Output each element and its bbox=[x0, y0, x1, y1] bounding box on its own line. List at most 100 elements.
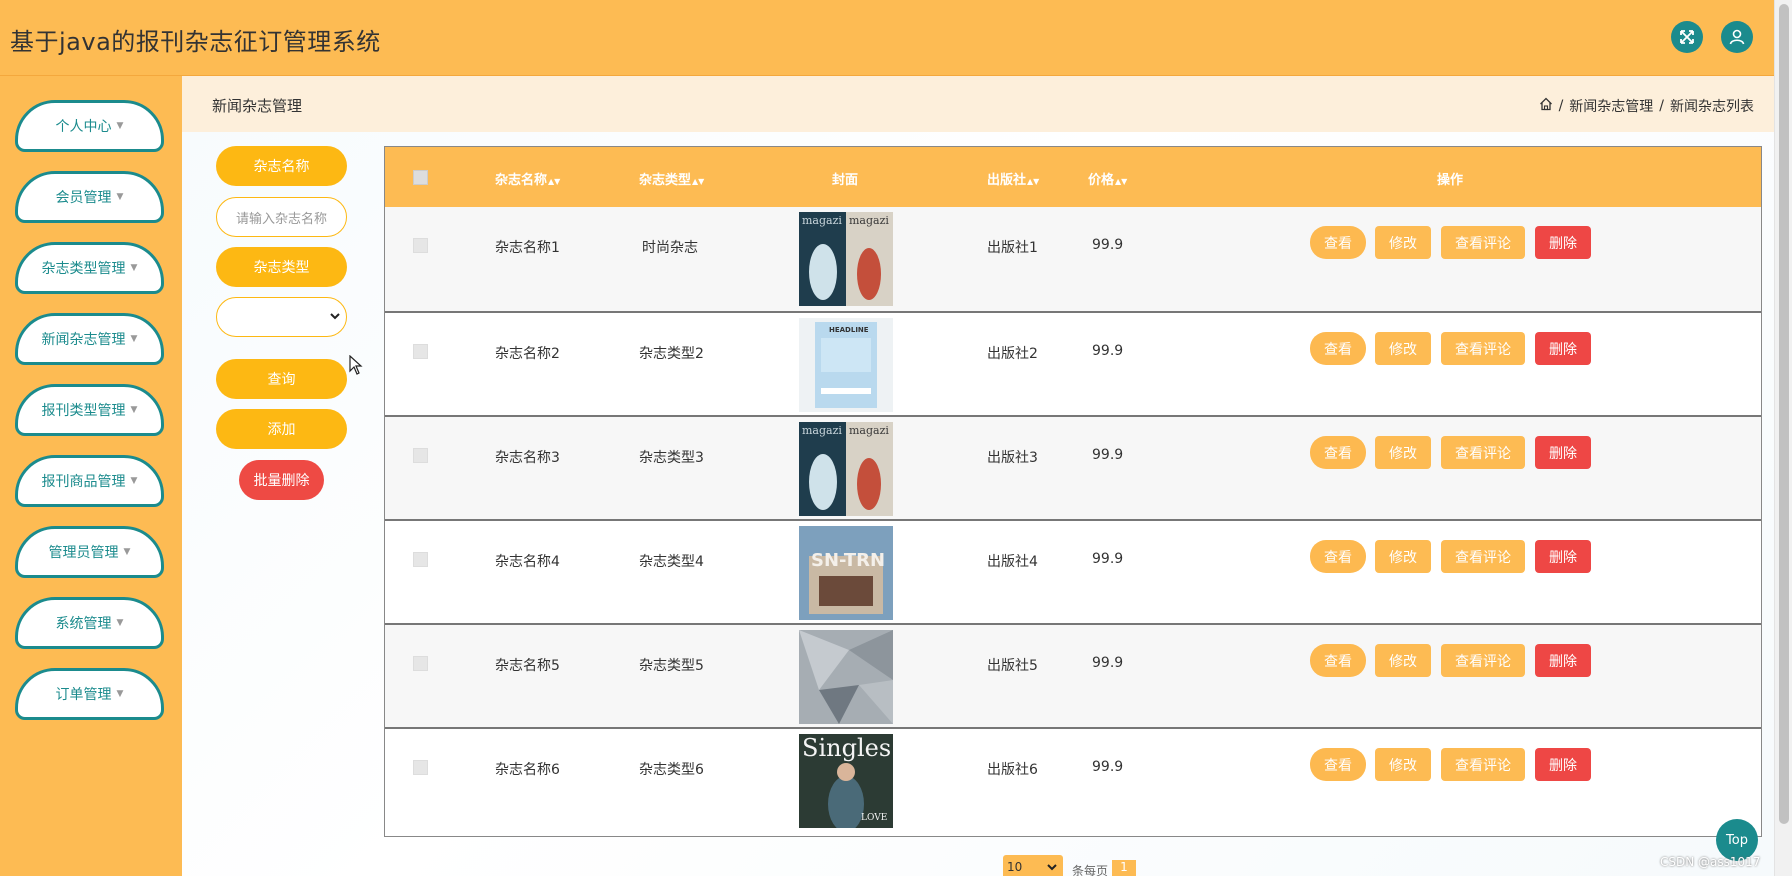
sidebar-item-personal-center[interactable]: 个人中心 ▼ bbox=[15, 100, 164, 152]
delete-button[interactable]: 删除 bbox=[1535, 226, 1591, 259]
view-button[interactable]: 查看 bbox=[1310, 226, 1366, 259]
breadcrumb-separator: / bbox=[1659, 98, 1664, 114]
cell-publisher: 出版社3 bbox=[987, 450, 1038, 466]
svg-text:magazi: magazi bbox=[802, 424, 842, 437]
scrollbar-thumb[interactable] bbox=[1779, 4, 1789, 824]
chevron-down-icon: ▼ bbox=[130, 334, 138, 344]
delete-button[interactable]: 删除 bbox=[1535, 436, 1591, 469]
cell-name: 杂志名称3 bbox=[495, 450, 560, 466]
view-button[interactable]: 查看 bbox=[1310, 540, 1366, 573]
page-size-select[interactable]: 10 bbox=[1003, 855, 1063, 876]
sidebar-item-label: 报刊类型管理 bbox=[41, 403, 126, 419]
view-comments-button[interactable]: 查看评论 bbox=[1441, 436, 1525, 469]
column-header-label: 出版社 bbox=[987, 173, 1027, 188]
column-header-actions: 操作 bbox=[1437, 173, 1464, 188]
view-button[interactable]: 查看 bbox=[1310, 332, 1366, 365]
sidebar-item-news-magazine-management[interactable]: 新闻杂志管理 ▼ bbox=[15, 313, 164, 365]
vertical-scrollbar[interactable] bbox=[1774, 0, 1792, 876]
table-row: 杂志名称2 杂志类型2 HEADLINE 出版社2 99.9 查看 修改 查看评… bbox=[385, 311, 1761, 415]
cover-image[interactable]: SN-TRN bbox=[799, 526, 893, 620]
column-header-publisher[interactable]: 出版社▲▼ bbox=[987, 169, 1039, 188]
cover-image[interactable]: Singles LOVE bbox=[799, 734, 893, 828]
svg-text:magazi: magazi bbox=[849, 424, 889, 437]
chevron-down-icon: ▼ bbox=[123, 547, 131, 557]
chevron-down-icon: ▼ bbox=[116, 121, 124, 131]
cover-image[interactable]: magazi magazi bbox=[799, 212, 893, 306]
select-all-checkbox[interactable] bbox=[413, 170, 428, 185]
delete-button[interactable]: 删除 bbox=[1535, 644, 1591, 677]
table-row: 杂志名称1 时尚杂志 magazi magazi 出版社1 99.9 查看 修改 … bbox=[385, 207, 1761, 311]
page-number-button[interactable]: 1 bbox=[1112, 860, 1136, 876]
cell-publisher: 出版社4 bbox=[987, 554, 1038, 570]
cell-name: 杂志名称5 bbox=[495, 658, 560, 674]
sidebar-item-member-management[interactable]: 会员管理 ▼ bbox=[15, 171, 164, 223]
view-button[interactable]: 查看 bbox=[1310, 644, 1366, 677]
column-header-label: 杂志类型 bbox=[639, 173, 692, 188]
cover-image[interactable]: HEADLINE bbox=[799, 318, 893, 412]
view-comments-button[interactable]: 查看评论 bbox=[1441, 748, 1525, 781]
magazine-type-select[interactable] bbox=[216, 297, 347, 337]
cell-name: 杂志名称1 bbox=[495, 240, 560, 256]
view-comments-button[interactable]: 查看评论 bbox=[1441, 226, 1525, 259]
sidebar-item-system-management[interactable]: 系统管理 ▼ bbox=[15, 597, 164, 649]
sidebar-item-admin-management[interactable]: 管理员管理 ▼ bbox=[15, 526, 164, 578]
magazine-name-input[interactable]: 请输入杂志名称 bbox=[216, 197, 347, 237]
cell-type: 杂志类型2 bbox=[639, 346, 704, 362]
edit-button[interactable]: 修改 bbox=[1375, 226, 1431, 259]
fullscreen-icon[interactable] bbox=[1671, 21, 1703, 53]
chevron-down-icon: ▼ bbox=[116, 618, 124, 628]
sort-icon: ▲▼ bbox=[1027, 177, 1040, 186]
magazine-table: 杂志名称▲▼ 杂志类型▲▼ 封面 出版社▲▼ 价格▲▼ 操作 杂志名称1 时尚杂… bbox=[384, 146, 1762, 837]
cover-image[interactable]: magazi magazi bbox=[799, 422, 893, 516]
per-page-text: 条每页 bbox=[1072, 864, 1109, 876]
add-button[interactable]: 添加 bbox=[216, 409, 347, 449]
row-checkbox[interactable] bbox=[413, 344, 428, 359]
delete-button[interactable]: 删除 bbox=[1535, 748, 1591, 781]
view-comments-button[interactable]: 查看评论 bbox=[1441, 540, 1525, 573]
sidebar-item-newspaper-type-management[interactable]: 报刊类型管理 ▼ bbox=[15, 384, 164, 436]
edit-button[interactable]: 修改 bbox=[1375, 436, 1431, 469]
chevron-down-icon: ▼ bbox=[116, 689, 124, 699]
cell-price: 99.9 bbox=[1092, 551, 1124, 567]
column-header-price[interactable]: 价格▲▼ bbox=[1088, 169, 1127, 188]
breadcrumb-item[interactable]: 新闻杂志管理 bbox=[1569, 96, 1653, 116]
home-icon[interactable] bbox=[1539, 97, 1553, 115]
table-row: 杂志名称3 杂志类型3 magazi magazi 出版社3 99.9 查看 修改… bbox=[385, 415, 1761, 519]
delete-button[interactable]: 删除 bbox=[1535, 332, 1591, 365]
sort-icon: ▲▼ bbox=[692, 177, 705, 186]
svg-text:magazi: magazi bbox=[802, 214, 842, 227]
sidebar-item-label: 系统管理 bbox=[55, 616, 112, 632]
view-comments-button[interactable]: 查看评论 bbox=[1441, 644, 1525, 677]
top-header: 基于java的报刊杂志征订管理系统 bbox=[0, 0, 1774, 76]
view-comments-button[interactable]: 查看评论 bbox=[1441, 332, 1525, 365]
cell-type: 杂志类型3 bbox=[639, 450, 704, 466]
view-button[interactable]: 查看 bbox=[1310, 748, 1366, 781]
row-checkbox[interactable] bbox=[413, 448, 428, 463]
column-header-type[interactable]: 杂志类型▲▼ bbox=[639, 169, 704, 188]
search-button[interactable]: 查询 bbox=[216, 359, 347, 399]
user-icon[interactable] bbox=[1721, 21, 1753, 53]
sidebar-item-order-management[interactable]: 订单管理 ▼ bbox=[15, 668, 164, 720]
sidebar-item-newspaper-product-management[interactable]: 报刊商品管理 ▼ bbox=[15, 455, 164, 507]
row-checkbox[interactable] bbox=[413, 760, 428, 775]
delete-button[interactable]: 删除 bbox=[1535, 540, 1591, 573]
column-header-name[interactable]: 杂志名称▲▼ bbox=[495, 169, 560, 188]
column-header-label: 杂志名称 bbox=[495, 173, 548, 188]
cell-price: 99.9 bbox=[1092, 343, 1124, 359]
watermark: CSDN @ass1017 bbox=[1660, 855, 1761, 869]
edit-button[interactable]: 修改 bbox=[1375, 748, 1431, 781]
row-checkbox[interactable] bbox=[413, 656, 428, 671]
view-button[interactable]: 查看 bbox=[1310, 436, 1366, 469]
column-header-label: 价格 bbox=[1088, 173, 1115, 188]
row-checkbox[interactable] bbox=[413, 238, 428, 253]
svg-text:Singles: Singles bbox=[802, 734, 891, 762]
edit-button[interactable]: 修改 bbox=[1375, 644, 1431, 677]
sidebar-item-magazine-type-management[interactable]: 杂志类型管理 ▼ bbox=[15, 242, 164, 294]
cover-image[interactable] bbox=[799, 630, 893, 724]
cell-type: 杂志类型5 bbox=[639, 658, 704, 674]
breadcrumb-bar: 新闻杂志管理 / 新闻杂志管理 / 新闻杂志列表 bbox=[182, 76, 1774, 132]
row-checkbox[interactable] bbox=[413, 552, 428, 567]
edit-button[interactable]: 修改 bbox=[1375, 332, 1431, 365]
edit-button[interactable]: 修改 bbox=[1375, 540, 1431, 573]
batch-delete-button[interactable]: 批量删除 bbox=[239, 460, 324, 500]
